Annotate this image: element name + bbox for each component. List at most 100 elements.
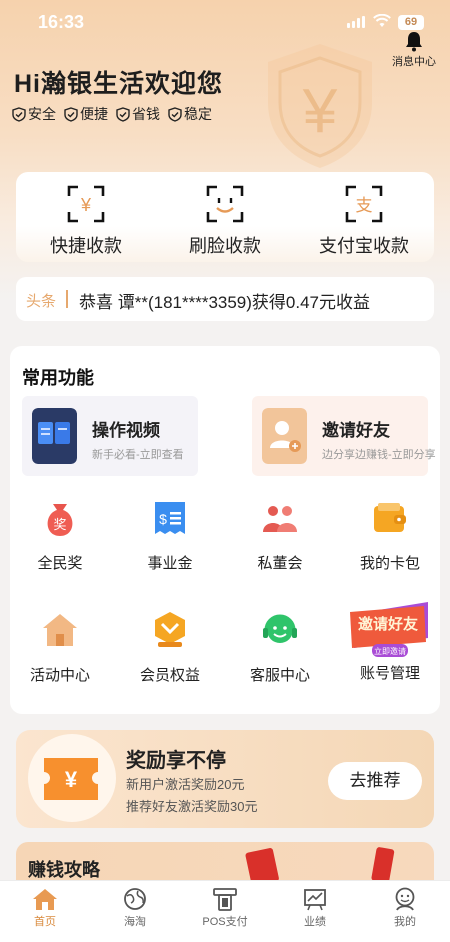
book-icon: [32, 408, 77, 464]
reward-line-new-user: 新用户激活奖励20元: [126, 777, 245, 792]
invite-banner-icon: 邀请好友 立即邀请: [350, 602, 428, 657]
news-text: 恭喜 谭**(181****3359)获得0.47元收益: [79, 293, 371, 312]
grid-label: 账号管理: [359, 665, 420, 682]
user-icon: [395, 887, 415, 911]
grid-label: 事业金: [147, 555, 193, 572]
svg-text:¥: ¥: [80, 195, 92, 215]
add-user-icon: [262, 408, 307, 464]
battery-indicator: 69: [398, 15, 424, 30]
section-title: 常用功能: [22, 368, 94, 388]
grid-label: 全民奖: [37, 555, 83, 572]
tab-label: 首页: [34, 916, 56, 928]
pos-terminal-icon: [213, 888, 237, 911]
tab-haitao[interactable]: 海淘: [90, 887, 180, 929]
grid-item-national-award[interactable]: 奖 全民奖: [10, 498, 110, 573]
face-pay-button[interactable]: 刷脸收款: [155, 184, 295, 258]
red-envelope-icon: [371, 847, 395, 883]
wifi-icon: [373, 14, 391, 27]
face-scan-icon: [206, 185, 244, 223]
bottom-tab-bar: 首页 海淘 POS支付 业绩 我的: [0, 880, 450, 942]
signal-icon: [347, 16, 367, 28]
shield-watermark-icon: ¥: [268, 44, 372, 168]
feature-subtitle: 新手必看-立即查看: [92, 449, 184, 461]
grid-item-career-fund[interactable]: $ 事业金: [120, 498, 220, 573]
wallet-icon: [374, 503, 406, 532]
clock: 16:33: [38, 12, 85, 32]
tab-label: 我的: [394, 916, 416, 928]
yen-ticket-icon: ¥: [44, 758, 98, 800]
alipay-pay-button[interactable]: 支 支付宝收款: [294, 184, 434, 258]
grid-item-member-benefits[interactable]: 会员权益: [120, 610, 220, 685]
house-icon: [43, 614, 77, 646]
red-envelope-icon: [245, 847, 279, 884]
dollar-receipt-icon: $: [155, 502, 185, 534]
shield-check-icon: [116, 106, 130, 122]
grid-item-private-board[interactable]: 私董会: [230, 498, 330, 573]
people-icon: [263, 506, 297, 532]
quick-pay-button[interactable]: ¥ 快捷收款: [16, 184, 156, 258]
face-pay-label: 刷脸收款: [189, 236, 261, 256]
shield-check-icon: [12, 106, 26, 122]
tab-pos-pay[interactable]: POS支付: [180, 887, 270, 929]
tab-label: POS支付: [202, 916, 248, 928]
quick-pay-card: ¥ 快捷收款 刷脸收款 支 支付宝收款: [16, 172, 434, 262]
status-bar: 16:33 69: [0, 0, 450, 44]
reward-title: 奖励享不停: [126, 750, 226, 772]
globe-icon: [124, 888, 146, 910]
tab-label: 业绩: [304, 916, 326, 928]
invite-friend-card[interactable]: 邀请好友 边分享边赚钱-立即分享: [252, 396, 436, 476]
tag-safe: 安全: [12, 104, 56, 124]
bell-icon[interactable]: [404, 30, 424, 52]
grid-label: 我的卡包: [359, 555, 420, 572]
tag-label: 稳定: [184, 106, 212, 122]
grid-item-account-management[interactable]: 邀请好友 立即邀请 账号管理: [340, 598, 440, 683]
svg-text:¥: ¥: [302, 77, 338, 146]
feature-subtitle: 边分享边赚钱-立即分享: [322, 449, 436, 461]
grid-label: 会员权益: [139, 667, 200, 684]
tag-label: 便捷: [80, 106, 108, 122]
common-functions-card: 常用功能 操作视频 新手必看-立即查看 邀请好友 边分享边赚钱-立即分享 奖 全…: [10, 346, 440, 714]
message-center-label[interactable]: 消息中心: [392, 53, 436, 69]
news-tag: 头条: [26, 293, 57, 310]
reward-line-referral: 推荐好友激活奖励30元: [126, 799, 258, 814]
tag-label: 安全: [28, 106, 56, 122]
tag-convenient: 便捷: [64, 104, 108, 124]
tab-home[interactable]: 首页: [0, 887, 90, 929]
grid-label: 客服中心: [249, 667, 310, 684]
feature-title: 操作视频: [92, 421, 160, 440]
svg-text:奖: 奖: [53, 518, 66, 533]
shield-check-icon: [64, 106, 78, 122]
grid-item-customer-service[interactable]: 客服中心: [230, 610, 330, 685]
reward-banner[interactable]: ¥ 奖励享不停 新用户激活奖励20元 推荐好友激活奖励30元 去推荐: [16, 730, 434, 828]
grid-label: 私董会: [257, 555, 303, 572]
alipay-pay-label: 支付宝收款: [319, 236, 409, 256]
medal-icon: [155, 612, 185, 647]
tag-stable: 稳定: [168, 104, 212, 124]
grid-item-activity-center[interactable]: 活动中心: [10, 610, 110, 685]
headset-icon: [263, 614, 297, 643]
earn-title: 赚钱攻略: [28, 860, 100, 880]
recommend-button[interactable]: 去推荐: [328, 762, 422, 800]
svg-text:¥: ¥: [65, 767, 78, 792]
tab-mine[interactable]: 我的: [360, 887, 450, 929]
svg-text:支: 支: [356, 196, 373, 216]
news-divider: [66, 290, 68, 308]
invite-banner-button: 立即邀请: [374, 646, 406, 656]
tag-save: 省钱: [116, 104, 160, 124]
feature-tags: 安全 便捷 省钱 稳定: [12, 104, 212, 124]
home-icon: [33, 889, 57, 910]
shield-check-icon: [168, 106, 182, 122]
operation-video-card[interactable]: 操作视频 新手必看-立即查看: [22, 396, 198, 476]
yen-scan-icon: ¥: [67, 185, 105, 223]
alipay-scan-icon: 支: [345, 185, 383, 223]
tab-label: 海淘: [124, 916, 146, 928]
news-ticker[interactable]: 头条 恭喜 谭**(181****3359)获得0.47元收益: [16, 277, 434, 321]
reward-bag-icon: 奖: [47, 504, 73, 536]
svg-text:$: $: [159, 511, 167, 527]
invite-banner-title: 邀请好友: [358, 615, 418, 633]
tab-performance[interactable]: 业绩: [270, 887, 360, 929]
quick-pay-label: 快捷收款: [50, 236, 122, 256]
chart-board-icon: [304, 889, 326, 911]
tag-label: 省钱: [132, 106, 160, 122]
grid-item-card-wallet[interactable]: 我的卡包: [340, 498, 440, 573]
